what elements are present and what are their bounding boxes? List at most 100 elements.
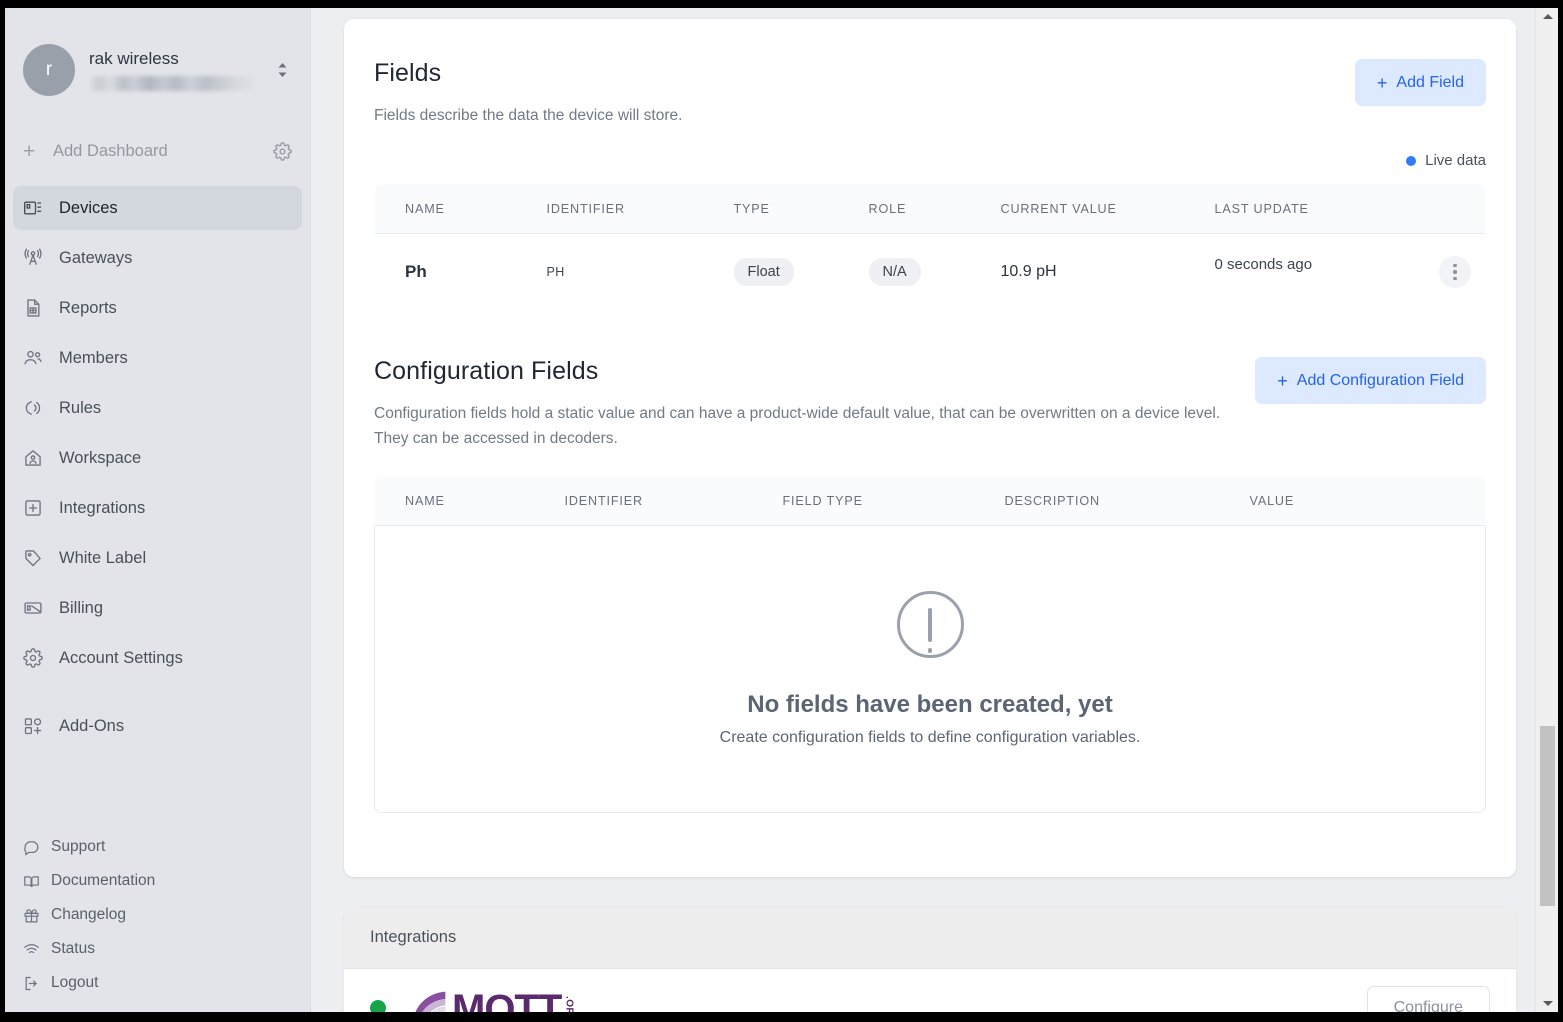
sidebar-item-integrations[interactable]: Integrations bbox=[13, 486, 302, 530]
table-header-row: NAME IDENTIFIER FIELD TYPE DESCRIPTION V… bbox=[375, 476, 1485, 526]
avatar: r bbox=[23, 44, 75, 96]
triangle-down-icon bbox=[1542, 1001, 1553, 1006]
vertical-scrollbar[interactable] bbox=[1535, 8, 1558, 1012]
plus-icon: + bbox=[1376, 72, 1388, 93]
type-badge: Float bbox=[733, 258, 794, 286]
fields-table-body: Ph PH Float N/A 10.9 pH 0 seconds ago bbox=[375, 234, 1486, 311]
empty-state-subtitle: Create configuration fields to define co… bbox=[719, 729, 1141, 746]
kebab-menu-icon[interactable] bbox=[1439, 256, 1471, 288]
cell-role: N/A bbox=[868, 234, 1001, 311]
sidebar-item-devices[interactable]: Devices bbox=[13, 186, 302, 230]
integrations-title: Integrations bbox=[370, 928, 457, 946]
config-fields-title: Configuration Fields bbox=[374, 357, 599, 385]
plus-square-icon bbox=[23, 498, 59, 518]
col-identifier: IDENTIFIER bbox=[546, 184, 734, 234]
sidebar-item-members[interactable]: Members bbox=[13, 336, 302, 380]
triangle-up-icon bbox=[1542, 14, 1553, 19]
live-data-indicator: Live data bbox=[374, 152, 1486, 169]
config-fields-header: Configuration Fields Configuration field… bbox=[374, 357, 1486, 451]
empty-state-title: No fields have been created, yet bbox=[747, 691, 1113, 718]
mqtt-logo: MQTT .ORG bbox=[408, 988, 574, 1012]
add-field-label: Add Field bbox=[1396, 73, 1464, 91]
live-data-label: Live data bbox=[1425, 152, 1486, 169]
sidebar-item-gateways[interactable]: Gateways bbox=[13, 236, 302, 280]
integration-row-mqtt[interactable]: MQTT .ORG Configure bbox=[344, 969, 1516, 1012]
add-dashboard-button[interactable]: + Add Dashboard bbox=[23, 134, 292, 168]
col-last-update: LAST UPDATE bbox=[1214, 184, 1485, 234]
chevron-up-down-icon[interactable] bbox=[272, 61, 292, 79]
book-icon bbox=[23, 873, 51, 890]
sidebar-item-account-settings[interactable]: Account Settings bbox=[13, 636, 302, 680]
add-dashboard-label: Add Dashboard bbox=[53, 141, 168, 160]
sidebar-item-status[interactable]: Status bbox=[23, 932, 292, 966]
gift-icon bbox=[23, 907, 51, 924]
sidebar-item-billing[interactable]: Billing bbox=[13, 586, 302, 630]
logout-icon bbox=[23, 975, 51, 992]
scrollbar-thumb[interactable] bbox=[1540, 726, 1555, 906]
sidebar-item-changelog[interactable]: Changelog bbox=[23, 898, 292, 932]
rules-broadcast-icon bbox=[23, 398, 59, 418]
sidebar-item-label: Reports bbox=[59, 298, 117, 317]
current-value-text: 10.9 pH bbox=[1000, 263, 1057, 280]
cell-name: Ph bbox=[405, 262, 427, 281]
col-current-value: CURRENT VALUE bbox=[1000, 184, 1215, 234]
sidebar-item-label: Account Settings bbox=[59, 648, 183, 667]
col-description: DESCRIPTION bbox=[1004, 476, 1250, 526]
scroll-down-arrow[interactable] bbox=[1536, 995, 1558, 1012]
sidebar-item-label: Logout bbox=[51, 974, 99, 991]
sidebar-item-label: Billing bbox=[59, 598, 104, 617]
scroll-up-arrow[interactable] bbox=[1536, 8, 1558, 25]
col-role: ROLE bbox=[868, 184, 1001, 234]
sidebar-item-documentation[interactable]: Documentation bbox=[23, 864, 292, 898]
account-text: rak wireless bbox=[89, 49, 258, 91]
col-name: NAME bbox=[375, 476, 565, 526]
sidebar-item-reports[interactable]: Reports bbox=[13, 286, 302, 330]
invoice-icon bbox=[23, 598, 59, 618]
cell-last-update: 0 seconds ago bbox=[1215, 234, 1486, 311]
sidebar-item-label: Members bbox=[59, 348, 128, 367]
add-configuration-field-button[interactable]: + Add Configuration Field bbox=[1255, 357, 1486, 404]
sidebar-item-label: Devices bbox=[59, 198, 118, 217]
sidebar-item-label: Gateways bbox=[59, 248, 133, 267]
cell-identifier: PH bbox=[547, 234, 734, 311]
devices-icon bbox=[23, 198, 59, 218]
integrations-card: Integrations MQTT .ORG Configure bbox=[344, 907, 1516, 1012]
sidebar-item-workspace[interactable]: Workspace bbox=[13, 436, 302, 480]
fields-heading-block: Fields Fields describe the data the devi… bbox=[374, 59, 682, 128]
cell-type: Float bbox=[733, 234, 869, 311]
add-configuration-field-label: Add Configuration Field bbox=[1296, 371, 1464, 389]
sidebar-item-support[interactable]: Support bbox=[23, 830, 292, 864]
wifi-icon bbox=[23, 941, 51, 958]
gear-icon bbox=[23, 648, 59, 668]
col-name: NAME bbox=[375, 184, 547, 234]
sidebar-item-add-ons[interactable]: Add-Ons bbox=[13, 704, 302, 748]
identifier-text: PH bbox=[546, 265, 565, 279]
fields-table-head: NAME IDENTIFIER TYPE ROLE CURRENT VALUE … bbox=[375, 184, 1485, 234]
table-row[interactable]: Ph PH Float N/A 10.9 pH 0 seconds ago bbox=[375, 234, 1486, 311]
fields-description: Fields describe the data the device will… bbox=[374, 107, 683, 124]
sidebar-item-label: Documentation bbox=[51, 872, 156, 889]
sidebar-footer: Support Documentation Changelog Status L… bbox=[5, 830, 310, 1000]
home-icon bbox=[23, 448, 59, 468]
account-switcher[interactable]: r rak wireless bbox=[5, 8, 310, 96]
fields-card: Fields Fields describe the data the devi… bbox=[344, 19, 1516, 877]
mqtt-swirl-icon bbox=[415, 991, 446, 1012]
scroll-region: Fields Fields describe the data the devi… bbox=[311, 8, 1535, 1012]
add-field-button[interactable]: + Add Field bbox=[1354, 59, 1486, 106]
sidebar-item-white-label[interactable]: White Label bbox=[13, 536, 302, 580]
sidebar-item-label: Support bbox=[51, 838, 106, 855]
configure-button[interactable]: Configure bbox=[1366, 986, 1490, 1012]
account-email-redacted bbox=[89, 76, 255, 91]
add-ons-icon bbox=[23, 716, 59, 736]
tag-icon bbox=[23, 548, 59, 568]
gear-icon[interactable] bbox=[273, 141, 292, 161]
col-type: TYPE bbox=[733, 184, 869, 234]
sidebar-item-logout[interactable]: Logout bbox=[23, 966, 292, 1000]
report-document-icon bbox=[23, 298, 59, 318]
antenna-icon bbox=[23, 248, 59, 268]
mqtt-wordmark: MQTT bbox=[452, 988, 562, 1012]
last-update-text: 0 seconds ago bbox=[1214, 256, 1313, 273]
exclamation-circle-icon bbox=[896, 591, 964, 658]
config-fields-description: Configuration fields hold a static value… bbox=[374, 405, 1221, 447]
sidebar-item-rules[interactable]: Rules bbox=[13, 386, 302, 430]
